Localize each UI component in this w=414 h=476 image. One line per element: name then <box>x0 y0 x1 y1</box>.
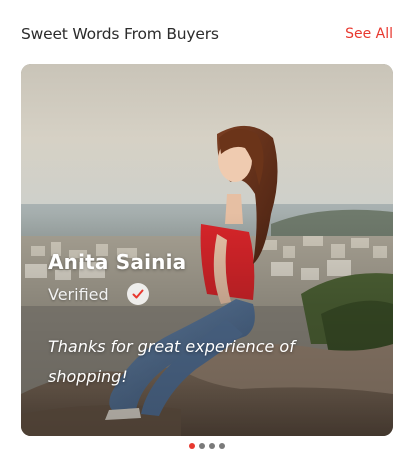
carousel-dot-2[interactable] <box>199 443 205 449</box>
section-header: Sweet Words From Buyers See All <box>21 22 393 46</box>
carousel-dot-1[interactable] <box>189 443 195 449</box>
carousel-dot-4[interactable] <box>219 443 225 449</box>
check-circle-icon <box>126 283 149 305</box>
see-all-link[interactable]: See All <box>345 26 393 42</box>
carousel-dot-3[interactable] <box>209 443 215 449</box>
testimonial-card[interactable]: Anita Sainia Verified Thanks for great e… <box>21 64 393 436</box>
carousel-pagination <box>0 443 414 449</box>
verified-status: Verified <box>48 283 149 305</box>
verified-label: Verified <box>48 284 109 304</box>
review-text: Thanks for great experience of shopping! <box>48 337 295 386</box>
reviewer-name: Anita Sainia <box>48 250 187 274</box>
section-title: Sweet Words From Buyers <box>21 25 219 43</box>
